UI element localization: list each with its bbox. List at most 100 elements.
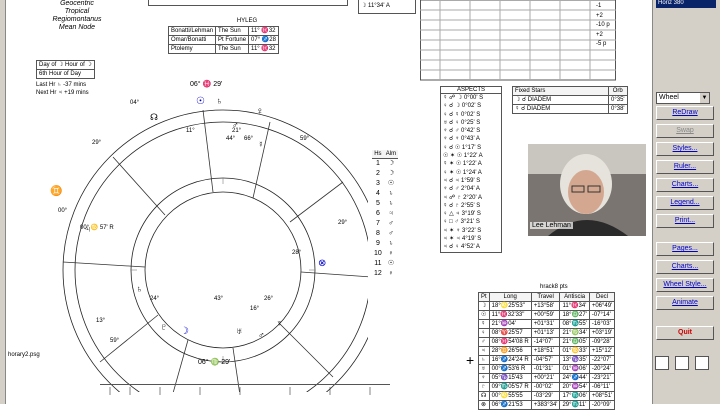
quit-button[interactable]: Quit bbox=[656, 326, 714, 340]
almuten-glyph: ♀ bbox=[388, 270, 394, 277]
table-row: 4 ♄ bbox=[372, 189, 398, 199]
planet-cell: -23°21' bbox=[588, 373, 616, 383]
alm-header: Alm bbox=[383, 150, 399, 159]
aspect-list: ☿ ☍ ☽ 0°00' S ♀ ☌ ☽ 0°02' S ♀ ☌ ☿ 0°02' S ♅… bbox=[441, 94, 501, 252]
planet-cell: -16°03' bbox=[588, 319, 616, 329]
table-row: Omar/Bonatti Pt Fortune 07° ♐28 bbox=[167, 35, 279, 45]
aspect-row: ♀ ✶ ☉ 1°24' A bbox=[443, 169, 482, 176]
table-row: ⊗ 06°♐21'53 +383°34' 29°♏11' -20°09' bbox=[478, 400, 616, 410]
planet-cell: +00°21' bbox=[530, 373, 561, 383]
fixed-stars-table: Fixed Stars Orb ☽ ☌ DIADEM 0°35' ☿ ☌ DIAD… bbox=[512, 86, 628, 114]
table-row: ☊ 00°♌55'55 -03°29' 17°♏06' +08°51' bbox=[478, 391, 616, 401]
degree-ticks bbox=[131, 178, 315, 362]
planet-cell: -09°28' bbox=[588, 337, 616, 347]
table-row: 6 ♃ bbox=[372, 209, 398, 219]
planet-cell: +00°59' bbox=[530, 310, 561, 320]
table-row: ☽ ☌ DIADEM 0°35' bbox=[512, 95, 628, 105]
table-row: 7 ♂ bbox=[372, 219, 398, 229]
swap-button[interactable]: Swap bbox=[656, 124, 714, 138]
ruler-button[interactable]: Ruler... bbox=[656, 160, 714, 174]
dignity-table-fragment: -1 +2 -10 p +2 -5 p bbox=[420, 0, 616, 82]
gemini-glyph: ♊ bbox=[50, 186, 63, 197]
pluto-glyph: ♇ bbox=[160, 322, 168, 333]
house-number: 7 bbox=[375, 220, 380, 227]
planet-cell: ♆ bbox=[478, 373, 490, 383]
view-select[interactable]: Wheel ▼ bbox=[656, 92, 710, 104]
ic-label: 06° ♍ 29' bbox=[198, 359, 231, 366]
table-row: 11 ☉ bbox=[372, 259, 398, 269]
day-hour-label: Day of ☽ Hour of ☽ bbox=[36, 60, 95, 70]
planet-cell: -20°24' bbox=[588, 364, 616, 374]
planet-cell: ⊗ bbox=[478, 400, 490, 410]
wheel-style-button[interactable]: Wheel Style... bbox=[656, 278, 714, 292]
pages-button[interactable]: Pages... bbox=[656, 242, 714, 256]
part-fortune-glyph: ⊗ bbox=[318, 258, 327, 269]
fixed-star-orb: 0°35' bbox=[608, 95, 628, 105]
hyleg-method: Ptolemy bbox=[167, 44, 217, 54]
hyleg-title: HYLEG bbox=[236, 18, 258, 24]
monitor-icon[interactable] bbox=[655, 356, 669, 370]
animate-button[interactable]: Animate bbox=[656, 296, 714, 310]
table-row: 9 ♄ bbox=[372, 239, 398, 249]
table-row: ♃ 28°♊26'56 +18°51' 01°♋33' +15°12' bbox=[478, 346, 616, 356]
mercury-glyph: ☿ bbox=[258, 140, 264, 149]
chart-file-name: horary2.psg bbox=[8, 352, 40, 358]
planet-degree: 11° bbox=[186, 128, 195, 134]
hyleg-table: Bonatti/Lehman The Sun 11° ♓32 Omar/Bonatt… bbox=[167, 26, 279, 54]
neptune-glyph: ♆ bbox=[276, 318, 283, 328]
col-header: Antiscia bbox=[559, 292, 590, 302]
aspect-row: ♆ ☌ ♂ 2°04' A bbox=[443, 186, 480, 193]
planet-cell: +15°12' bbox=[588, 346, 616, 356]
bottom-timeline-strip bbox=[100, 384, 390, 404]
printer-icon[interactable] bbox=[675, 356, 689, 370]
aspect-row: ☉ ✶ ☉ 1°22' A bbox=[443, 153, 483, 160]
styles-button[interactable]: Styles... bbox=[656, 142, 714, 156]
planet-cell: 18°♌25'53" bbox=[488, 301, 532, 311]
house-number: 11 bbox=[374, 260, 382, 267]
orientation-label: Horiz 380 bbox=[656, 0, 716, 8]
almuten-glyph: ♄ bbox=[388, 200, 394, 207]
chart-settings-info: Geocentric Tropical Regiomontanus Mean N… bbox=[32, 0, 122, 32]
planet-degree: 24° bbox=[150, 296, 160, 302]
house-number: 6 bbox=[375, 210, 380, 217]
table-row: 8 ♂ bbox=[372, 229, 398, 239]
table-row: Hs Alm bbox=[372, 150, 399, 159]
aspect-row: ♀ □ ♂ 3°21' S bbox=[443, 219, 480, 226]
planet-cell: -04°57' bbox=[530, 355, 561, 365]
info-line: Regiomontanus bbox=[52, 16, 102, 23]
col-header: Travel bbox=[530, 292, 561, 302]
house-number: 5 bbox=[375, 200, 380, 207]
almuten-glyph: ♃ bbox=[388, 210, 394, 217]
house-number: 1 bbox=[375, 160, 380, 167]
score-value: -10 p bbox=[596, 22, 610, 28]
charts-button[interactable]: Charts... bbox=[656, 260, 714, 274]
planet-degree: 44° bbox=[226, 136, 236, 142]
print-button[interactable]: Print... bbox=[656, 214, 714, 228]
house-almuten-table: Hs Alm 1 ☽ 2 ☽ 3 ☉ 4 ♄ 5 ♄ 6 ♃ 7 ♂ 8 ♂ 9 ♄ 10 ♀ 11… bbox=[372, 150, 399, 279]
cusp-degree: 04° bbox=[130, 100, 140, 106]
aspect-row: ♆ ☌ ♆ 0°43' A bbox=[443, 136, 480, 143]
save-icon[interactable] bbox=[695, 356, 709, 370]
planet-cell: 11°♓34' bbox=[559, 301, 590, 311]
planet-cell: 21°♎05' bbox=[559, 337, 590, 347]
score-column: -1 +2 -10 p +2 -5 p bbox=[596, 2, 610, 50]
charts-button[interactable]: Charts... bbox=[656, 178, 714, 192]
redraw-button[interactable]: ReDraw bbox=[656, 106, 714, 120]
fixed-star-contact: ☿ ☌ DIADEM bbox=[512, 104, 609, 114]
planet-cell: 21°♒04' bbox=[488, 319, 532, 329]
table-row: Ptolemy The Sun 11° ♓32 bbox=[167, 44, 279, 54]
table-row: ♅ 00°♐53'6 R -01°31' 01°♒06' -20°24' bbox=[478, 364, 616, 374]
hyleg-method: Bonatti/Lehman bbox=[167, 26, 217, 36]
planet-cell: ♀ bbox=[478, 328, 490, 338]
planet-cell: -22°07' bbox=[588, 355, 616, 365]
table-row: 2 ☽ bbox=[372, 169, 398, 179]
chevron-down-icon[interactable]: ▼ bbox=[700, 93, 709, 103]
table-row: ♂ 08°♓54'08 R -14°07' 21°♎05' -09°28' bbox=[478, 337, 616, 347]
hyleg-pos: 11° ♓32 bbox=[248, 44, 279, 54]
table-row: ♆ 05°♑15'43 +00°21' 24°♐44' -23°21' bbox=[478, 373, 616, 383]
house-number: 8 bbox=[375, 230, 380, 237]
planet-cell: 17°♏06' bbox=[559, 391, 590, 401]
legend-button[interactable]: Legend... bbox=[656, 196, 714, 210]
score-value: -1 bbox=[596, 3, 602, 9]
saturn-glyph-2: ♄ bbox=[136, 284, 143, 294]
